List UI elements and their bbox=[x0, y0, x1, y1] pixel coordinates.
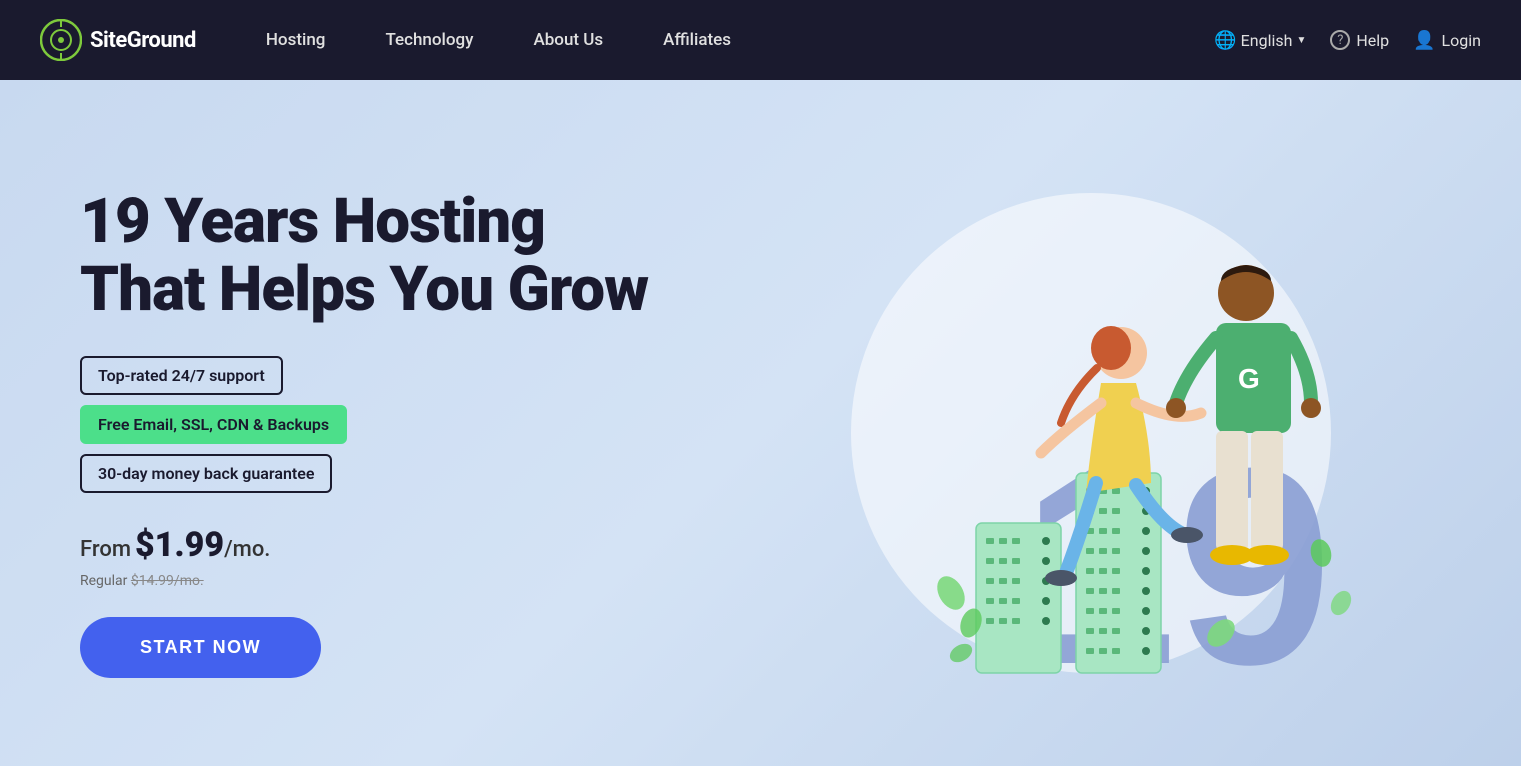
help-link[interactable]: ? Help bbox=[1330, 30, 1389, 50]
chevron-down-icon: ▼ bbox=[1296, 35, 1306, 46]
login-label: Login bbox=[1442, 31, 1481, 50]
hero-svg: 19 bbox=[801, 173, 1381, 693]
badge-money-back: 30-day money back guarantee bbox=[80, 454, 332, 493]
logo-icon bbox=[40, 19, 82, 61]
nav-item-hosting[interactable]: Hosting bbox=[236, 0, 356, 80]
nav-right: 🌐 English ▼ ? Help 👤 Login bbox=[1214, 30, 1481, 51]
nav-item-affiliates[interactable]: Affiliates bbox=[633, 0, 761, 80]
price-regular-amount: $14.99/mo. bbox=[131, 573, 204, 589]
login-icon: 👤 bbox=[1413, 30, 1435, 51]
logo-text: SiteGround bbox=[90, 28, 196, 53]
nav-item-technology[interactable]: Technology bbox=[355, 0, 503, 80]
language-label: English bbox=[1241, 31, 1293, 50]
hero-title-line2: That Helps You Grow bbox=[80, 253, 648, 326]
price-regular: Regular $14.99/mo. bbox=[80, 573, 720, 589]
help-label: Help bbox=[1356, 31, 1389, 50]
hero-title: 19 Years Hosting That Helps You Grow bbox=[80, 188, 720, 324]
navbar: SiteGround Hosting Technology About Us A… bbox=[0, 0, 1521, 80]
price-amount: $1.99 bbox=[135, 525, 224, 565]
hero-price: From $1.99/mo. bbox=[80, 525, 720, 565]
price-regular-label: Regular bbox=[80, 573, 127, 589]
nav-links: Hosting Technology About Us Affiliates bbox=[236, 0, 1214, 80]
language-icon: 🌐 bbox=[1214, 30, 1236, 51]
language-selector[interactable]: 🌐 English ▼ bbox=[1214, 30, 1306, 51]
hero-content: 19 Years Hosting That Helps You Grow Top… bbox=[80, 188, 720, 678]
hero-section: 19 Years Hosting That Helps You Grow Top… bbox=[0, 80, 1521, 766]
hero-badges: Top-rated 24/7 support Free Email, SSL, … bbox=[80, 356, 720, 493]
hero-illustration: 19 bbox=[720, 153, 1461, 713]
price-from-label: From bbox=[80, 537, 131, 562]
nav-item-about[interactable]: About Us bbox=[503, 0, 633, 80]
svg-text:G: G bbox=[1238, 363, 1260, 394]
badge-support: Top-rated 24/7 support bbox=[80, 356, 283, 395]
start-now-button[interactable]: START NOW bbox=[80, 617, 321, 678]
help-icon: ? bbox=[1330, 30, 1350, 50]
logo[interactable]: SiteGround bbox=[40, 19, 196, 61]
login-link[interactable]: 👤 Login bbox=[1413, 30, 1481, 51]
badge-free-features: Free Email, SSL, CDN & Backups bbox=[80, 405, 347, 444]
price-period: /mo. bbox=[224, 537, 270, 562]
hero-title-line1: 19 Years Hosting bbox=[80, 185, 545, 258]
